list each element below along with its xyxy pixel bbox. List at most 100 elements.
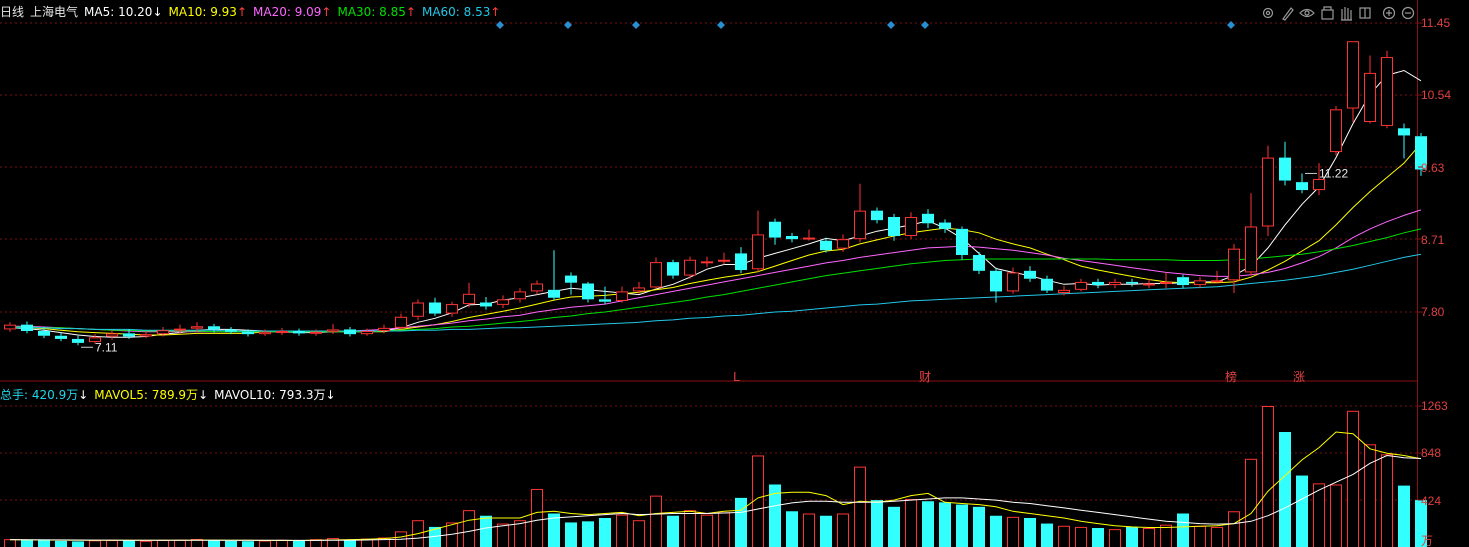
volume-bar[interactable] bbox=[888, 506, 900, 547]
volume-bar[interactable] bbox=[905, 498, 917, 547]
volume-bar[interactable] bbox=[1313, 483, 1325, 547]
volume-bar[interactable] bbox=[140, 540, 152, 547]
volume-bar[interactable] bbox=[786, 511, 798, 547]
volume-bar[interactable] bbox=[38, 539, 50, 547]
volume-bar[interactable] bbox=[616, 514, 628, 547]
volume-bar[interactable] bbox=[735, 497, 747, 547]
header-trend-arrow: ↓ bbox=[326, 388, 336, 402]
volume-bar[interactable] bbox=[1245, 458, 1257, 547]
event-label-l[interactable]: L bbox=[733, 370, 740, 384]
candle-body bbox=[429, 302, 441, 314]
volume-bar[interactable] bbox=[225, 540, 237, 547]
header-trend-arrow: ↓ bbox=[198, 388, 208, 402]
volume-bar[interactable] bbox=[480, 515, 492, 547]
candle[interactable] bbox=[1381, 50, 1393, 129]
volume-bar[interactable] bbox=[463, 510, 475, 547]
volume-bar[interactable] bbox=[242, 541, 254, 547]
volume-bar[interactable] bbox=[565, 522, 577, 547]
volume-bar[interactable] bbox=[837, 513, 849, 547]
candle-body bbox=[633, 287, 645, 292]
volume-bar[interactable] bbox=[1398, 485, 1410, 547]
volume-bar[interactable] bbox=[684, 510, 696, 547]
volume-bar[interactable] bbox=[1279, 432, 1291, 547]
event-label-finance[interactable]: 财 bbox=[919, 370, 931, 384]
volume-bar[interactable] bbox=[1262, 406, 1274, 547]
volume-bar[interactable] bbox=[582, 521, 594, 547]
candle[interactable] bbox=[973, 251, 985, 274]
volume-bar[interactable] bbox=[1330, 484, 1342, 547]
candle-body bbox=[174, 328, 186, 331]
volume-bar[interactable] bbox=[1211, 526, 1223, 547]
volume-bar[interactable] bbox=[599, 517, 611, 547]
volume-bar[interactable] bbox=[701, 514, 713, 547]
volume-bar[interactable] bbox=[752, 455, 764, 547]
volume-bar[interactable] bbox=[939, 502, 951, 547]
volume-bar[interactable] bbox=[106, 540, 118, 547]
volume-bar[interactable] bbox=[1126, 526, 1138, 547]
volume-bar[interactable] bbox=[1160, 524, 1172, 547]
volume-bar[interactable] bbox=[157, 539, 169, 547]
volume-bar[interactable] bbox=[1194, 525, 1206, 547]
candle-body bbox=[837, 239, 849, 249]
candle-body bbox=[514, 291, 526, 300]
volume-bar[interactable] bbox=[1058, 525, 1070, 547]
candle-body bbox=[1007, 272, 1019, 292]
candle[interactable] bbox=[650, 257, 662, 290]
candle-body bbox=[208, 326, 220, 330]
volume-bar[interactable] bbox=[820, 515, 832, 547]
volume-bar[interactable] bbox=[1177, 513, 1189, 547]
volume-bar[interactable] bbox=[871, 500, 883, 547]
event-label-limit-up[interactable]: 涨 bbox=[1293, 369, 1305, 384]
volume-bar[interactable] bbox=[497, 523, 509, 547]
volume-bar[interactable] bbox=[1228, 511, 1240, 547]
volume-unit-label: 万 bbox=[1421, 534, 1433, 547]
volume-bar[interactable] bbox=[1092, 528, 1104, 547]
candle[interactable] bbox=[1330, 106, 1342, 156]
volume-bar[interactable] bbox=[667, 515, 679, 547]
volume-bar[interactable] bbox=[1364, 444, 1376, 547]
volume-bar[interactable] bbox=[718, 512, 730, 547]
volume-bar[interactable] bbox=[956, 504, 968, 547]
volume-bar[interactable] bbox=[21, 539, 33, 547]
volume-bar[interactable] bbox=[633, 520, 645, 547]
candle-body bbox=[4, 324, 16, 330]
volume-bar[interactable] bbox=[803, 513, 815, 547]
volume-bar[interactable] bbox=[922, 501, 934, 547]
volume-bar[interactable] bbox=[259, 540, 271, 547]
volume-bar[interactable] bbox=[531, 488, 543, 547]
volume-bar[interactable] bbox=[990, 515, 1002, 547]
volume-bar[interactable] bbox=[89, 540, 101, 547]
candle-body bbox=[548, 289, 560, 298]
header-trend-arrow: ↑ bbox=[237, 5, 247, 19]
candle-body bbox=[1211, 280, 1223, 283]
volume-bar[interactable] bbox=[973, 506, 985, 547]
event-label-ranking[interactable]: 榜 bbox=[1225, 369, 1237, 384]
kline-chart[interactable]: 11.227.11 日线 上海电气 MA5: 10.20↓ MA10: 9.93↑ MA… bbox=[0, 0, 1469, 547]
price-tick-label: 9.63 bbox=[1421, 161, 1445, 175]
candle[interactable] bbox=[1262, 145, 1274, 236]
candle[interactable] bbox=[684, 256, 696, 279]
volume-bar[interactable] bbox=[854, 466, 866, 547]
volume-bar[interactable] bbox=[1024, 517, 1036, 547]
volume-bar[interactable] bbox=[72, 541, 84, 547]
volume-bar[interactable] bbox=[293, 540, 305, 547]
candle[interactable] bbox=[956, 226, 968, 260]
volume-bar[interactable] bbox=[4, 539, 16, 547]
volume-bar[interactable] bbox=[344, 540, 356, 547]
volume-bar[interactable] bbox=[1381, 454, 1393, 547]
volume-bar[interactable] bbox=[55, 540, 67, 547]
volume-bar[interactable] bbox=[1143, 528, 1155, 547]
volume-bar[interactable] bbox=[514, 520, 526, 547]
volume-bar[interactable] bbox=[208, 540, 220, 547]
volume-bar[interactable] bbox=[174, 539, 186, 547]
volume-bar[interactable] bbox=[650, 495, 662, 547]
volume-bar[interactable] bbox=[1296, 475, 1308, 547]
volume-bar[interactable] bbox=[1075, 526, 1087, 547]
header-value: 上海电气 bbox=[30, 4, 78, 19]
volume-bar[interactable] bbox=[1109, 529, 1121, 547]
volume-bar[interactable] bbox=[1347, 410, 1359, 547]
volume-bar[interactable] bbox=[1041, 523, 1053, 547]
volume-bar[interactable] bbox=[123, 540, 135, 547]
volume-bar[interactable] bbox=[276, 539, 288, 547]
volume-bar[interactable] bbox=[1007, 516, 1019, 547]
